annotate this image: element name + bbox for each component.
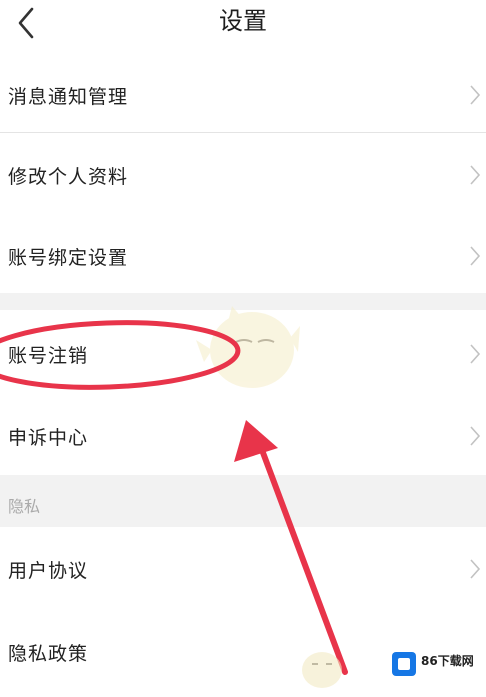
- chevron-right-icon: [470, 246, 481, 266]
- menu-item-notifications[interactable]: 消息通知管理: [0, 56, 486, 132]
- menu-item-label: 消息通知管理: [8, 86, 129, 108]
- menu-item-edit-profile[interactable]: 修改个人资料: [0, 133, 486, 213]
- menu-item-account-cancel[interactable]: 账号注销: [0, 310, 486, 393]
- site-watermark-badge: 86下载网: [388, 650, 484, 680]
- menu-item-account-binding[interactable]: 账号绑定设置: [0, 213, 486, 293]
- site-logo-icon: [392, 652, 416, 676]
- section-gap: [0, 475, 486, 527]
- menu-item-label: 修改个人资料: [8, 166, 129, 188]
- page-title: 设置: [219, 7, 267, 35]
- section-header-privacy: 隐私: [8, 497, 41, 516]
- top-nav-bar: 设置: [0, 0, 486, 48]
- menu-item-label: 隐私政策: [8, 643, 89, 665]
- menu-item-label: 用户协议: [8, 560, 89, 582]
- menu-item-label: 账号绑定设置: [8, 247, 129, 269]
- menu-item-complaint-center[interactable]: 申诉中心: [0, 393, 486, 475]
- chevron-right-icon: [470, 344, 481, 364]
- chevron-right-icon: [470, 426, 481, 446]
- site-watermark-text: 86下载网: [421, 654, 474, 668]
- menu-item-label: 账号注销: [8, 345, 89, 367]
- chevron-right-icon: [470, 165, 481, 185]
- menu-item-label: 申诉中心: [8, 427, 89, 449]
- chevron-right-icon: [470, 559, 481, 579]
- section-gap: [0, 293, 486, 310]
- chevron-right-icon: [470, 85, 481, 105]
- menu-item-user-agreement[interactable]: 用户协议: [0, 527, 486, 609]
